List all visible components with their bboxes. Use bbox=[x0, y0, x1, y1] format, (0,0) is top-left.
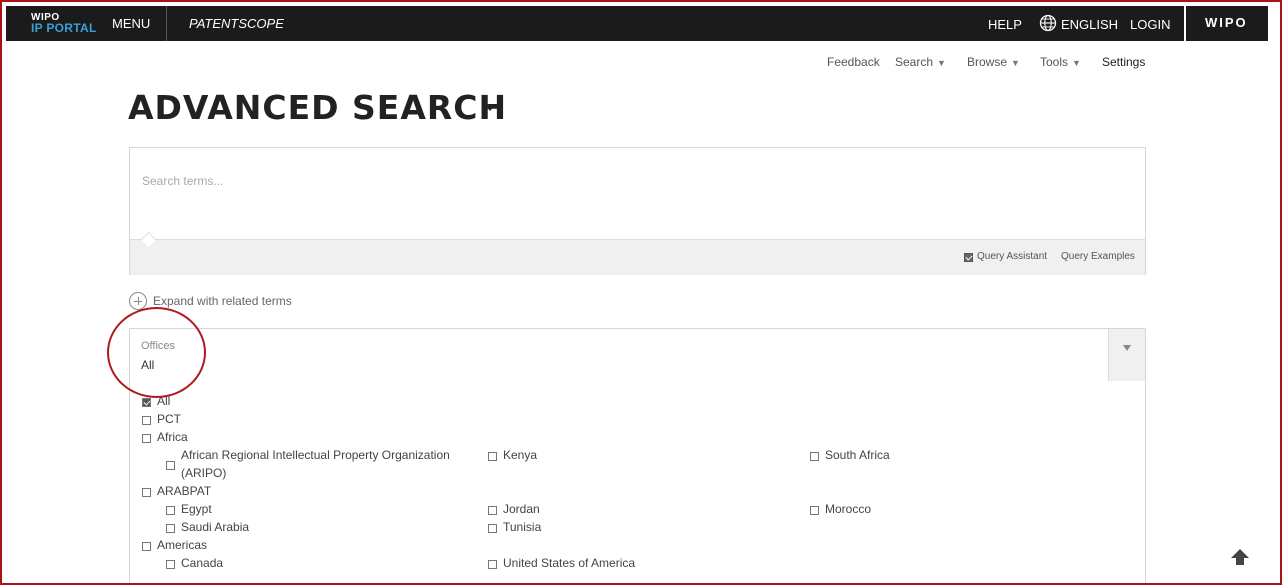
divider bbox=[1184, 6, 1186, 41]
globe-icon[interactable] bbox=[1039, 14, 1057, 32]
office-checkbox-kenya[interactable] bbox=[488, 452, 497, 461]
office-label-americas[interactable]: Americas bbox=[157, 536, 207, 554]
office-label-saudi-arabia[interactable]: Saudi Arabia bbox=[181, 518, 249, 536]
top-bar: WIPO IP PORTAL MENU PATENTSCOPE HELP ENG… bbox=[6, 6, 1268, 41]
office-checkbox-all[interactable] bbox=[142, 398, 151, 407]
office-label-egypt[interactable]: Egypt bbox=[181, 500, 212, 518]
office-label-canada[interactable]: Canada bbox=[181, 554, 223, 572]
tools-menu-label: Tools bbox=[1040, 55, 1069, 69]
search-toolbar: Query Assistant Query Examples bbox=[130, 231, 1145, 275]
page-title: ADVANCED SEARCH bbox=[128, 88, 508, 127]
offices-list: All PCT Africa African Regional Intellec… bbox=[129, 381, 1146, 585]
help-link[interactable]: HELP bbox=[988, 17, 1022, 32]
search-input[interactable] bbox=[142, 174, 1122, 188]
office-checkbox-tunisia[interactable] bbox=[488, 524, 497, 533]
tools-menu[interactable]: Tools ▼ bbox=[1040, 55, 1081, 69]
office-label-tunisia[interactable]: Tunisia bbox=[503, 518, 541, 536]
search-menu-label: Search bbox=[895, 55, 934, 69]
caret-down-icon: ▼ bbox=[1011, 58, 1020, 68]
query-assistant-label[interactable]: Query Assistant bbox=[977, 251, 1047, 262]
logo-line2: IP PORTAL bbox=[31, 21, 97, 35]
patentscope-link[interactable]: PATENTSCOPE bbox=[189, 16, 284, 31]
query-examples-link[interactable]: Query Examples bbox=[1061, 251, 1135, 262]
search-menu[interactable]: Search ▼ bbox=[895, 55, 946, 69]
language-selector[interactable]: ENGLISH bbox=[1061, 17, 1118, 32]
aripo-line1: African Regional Intellectual Property O… bbox=[181, 448, 450, 462]
aripo-line2: (ARIPO) bbox=[181, 466, 227, 480]
office-checkbox-saudi-arabia[interactable] bbox=[166, 524, 175, 533]
office-checkbox-aripo[interactable] bbox=[166, 461, 175, 470]
caret-down-icon[interactable] bbox=[484, 104, 496, 111]
dropdown-toggle-icon[interactable] bbox=[1108, 329, 1145, 381]
divider bbox=[166, 6, 167, 41]
menu-button[interactable]: MENU bbox=[112, 16, 150, 31]
office-label-aripo[interactable]: African Regional Intellectual Property O… bbox=[181, 446, 450, 482]
browse-menu[interactable]: Browse ▼ bbox=[967, 55, 1020, 69]
wipo-ip-portal-logo[interactable]: WIPO IP PORTAL bbox=[31, 12, 97, 34]
office-label-africa[interactable]: Africa bbox=[157, 428, 188, 446]
notch-decoration bbox=[140, 231, 157, 248]
office-checkbox-jordan[interactable] bbox=[488, 506, 497, 515]
caret-down-icon: ▼ bbox=[1072, 58, 1081, 68]
query-assistant-checkbox[interactable] bbox=[964, 253, 973, 262]
office-checkbox-south-africa[interactable] bbox=[810, 452, 819, 461]
caret-down-icon: ▼ bbox=[937, 58, 946, 68]
login-link[interactable]: LOGIN bbox=[1130, 17, 1170, 32]
expand-related-terms-link[interactable]: Expand with related terms bbox=[153, 294, 292, 308]
office-checkbox-egypt[interactable] bbox=[166, 506, 175, 515]
office-checkbox-pct[interactable] bbox=[142, 416, 151, 425]
settings-link[interactable]: Settings bbox=[1102, 55, 1145, 69]
wipo-brand-link[interactable]: WIPO bbox=[1205, 15, 1248, 30]
office-checkbox-canada[interactable] bbox=[166, 560, 175, 569]
office-checkbox-arabpat[interactable] bbox=[142, 488, 151, 497]
office-label-pct[interactable]: PCT bbox=[157, 410, 181, 428]
annotation-circle bbox=[107, 307, 206, 398]
office-checkbox-morocco[interactable] bbox=[810, 506, 819, 515]
office-label-south-africa[interactable]: South Africa bbox=[825, 446, 890, 464]
office-label-arabpat[interactable]: ARABPAT bbox=[157, 482, 211, 500]
feedback-link[interactable]: Feedback bbox=[827, 55, 880, 69]
search-box: Query Assistant Query Examples bbox=[129, 147, 1146, 275]
office-checkbox-usa[interactable] bbox=[488, 560, 497, 569]
office-checkbox-americas[interactable] bbox=[142, 542, 151, 551]
office-label-jordan[interactable]: Jordan bbox=[503, 500, 540, 518]
offices-dropdown[interactable]: Offices All bbox=[129, 328, 1146, 382]
office-label-morocco[interactable]: Morocco bbox=[825, 500, 871, 518]
office-checkbox-africa[interactable] bbox=[142, 434, 151, 443]
office-label-usa[interactable]: United States of America bbox=[503, 554, 635, 572]
scroll-to-top-icon[interactable] bbox=[1230, 548, 1250, 566]
browse-menu-label: Browse bbox=[967, 55, 1008, 69]
office-label-kenya[interactable]: Kenya bbox=[503, 446, 537, 464]
